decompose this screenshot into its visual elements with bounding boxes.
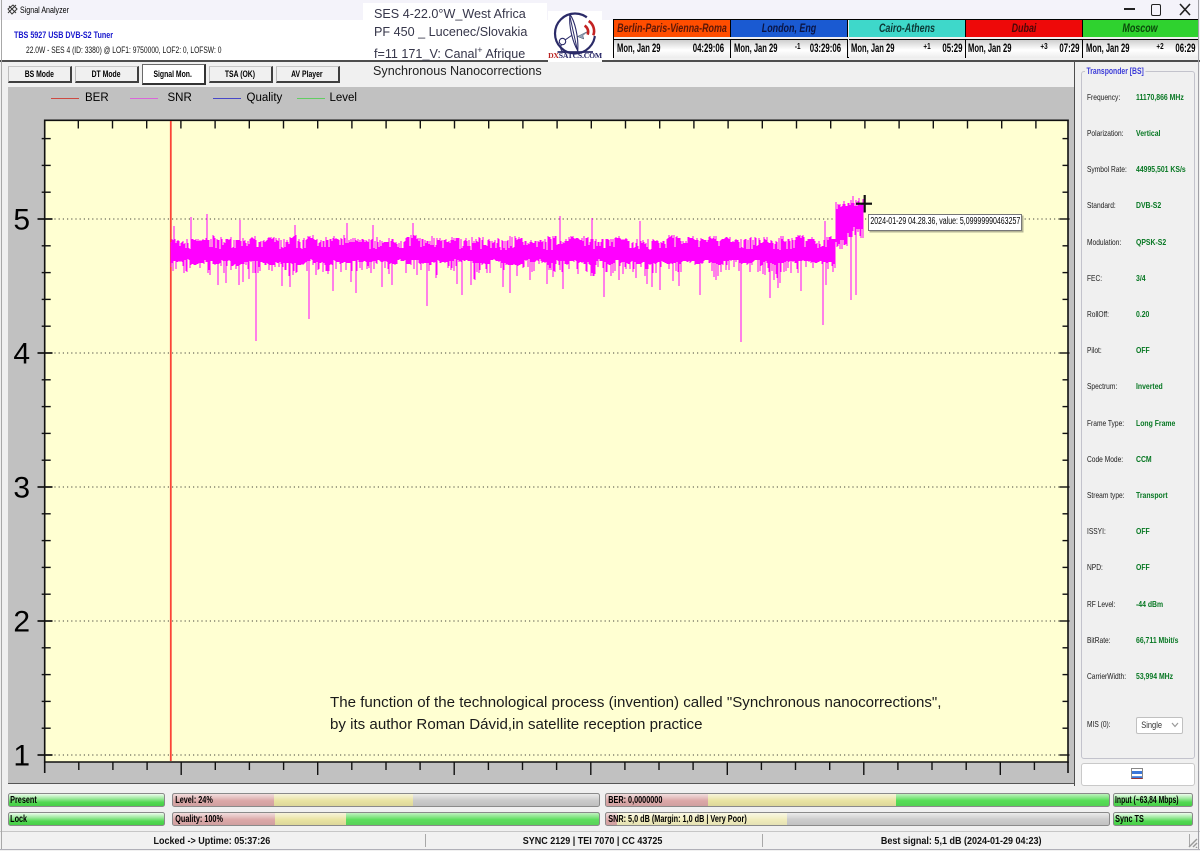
svg-text:1: 1 xyxy=(13,740,30,773)
svg-text:4: 4 xyxy=(13,338,30,371)
svg-text:3: 3 xyxy=(13,472,30,505)
svg-text:2: 2 xyxy=(13,606,30,639)
svg-text:5: 5 xyxy=(13,204,30,237)
